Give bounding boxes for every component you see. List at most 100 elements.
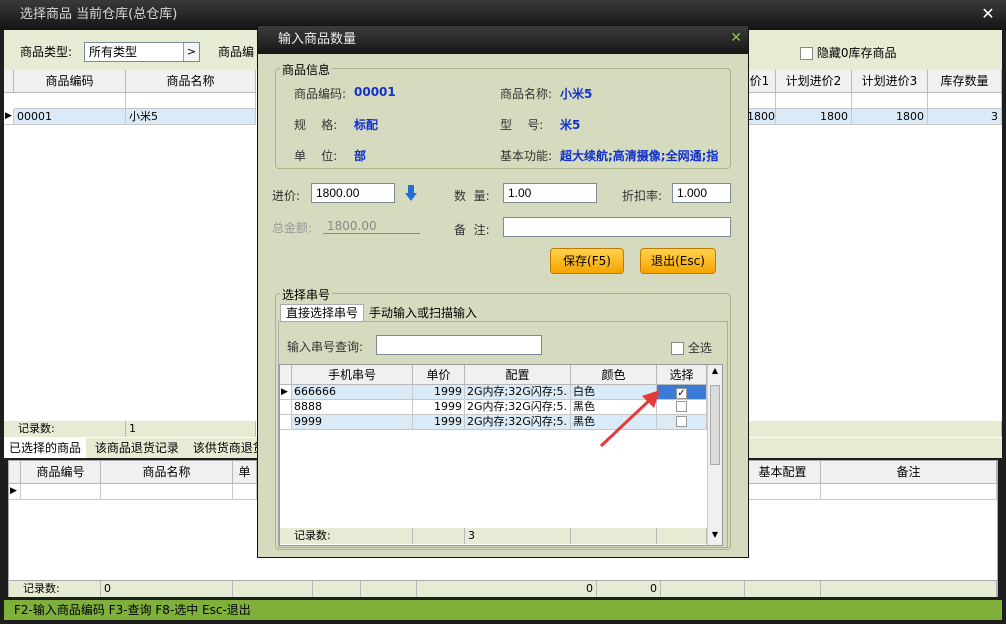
note-label: 备 注: xyxy=(454,223,490,237)
serial-row-price[interactable]: 1999 xyxy=(413,415,465,430)
product-info-legend: 商品信息 xyxy=(280,61,333,78)
type-combo-value: 所有类型 xyxy=(89,45,138,59)
table-row-price3[interactable]: 1800 xyxy=(852,109,928,125)
table-row-price2[interactable]: 1800 xyxy=(776,109,852,125)
serial-row-price[interactable]: 1999 xyxy=(413,385,465,400)
serial-header-config[interactable]: 配置 xyxy=(465,365,571,385)
price-label: 进价: xyxy=(272,189,301,203)
grid-header-note[interactable]: 备注 xyxy=(821,461,997,484)
dialog-close-button[interactable]: ✕ xyxy=(730,30,742,46)
filter-cell[interactable] xyxy=(14,93,126,109)
grid-header-config[interactable]: 基本配置 xyxy=(745,461,821,484)
filter-cell[interactable] xyxy=(126,93,256,109)
table-row-cell[interactable] xyxy=(101,484,233,500)
serial-row-checkbox-checked[interactable]: ✓ xyxy=(676,388,687,399)
summary-cell xyxy=(361,581,417,597)
record-count-value: 1 xyxy=(126,421,256,437)
summary-cell xyxy=(745,581,821,597)
grid-header-price2[interactable]: 计划进价2 xyxy=(776,70,852,93)
serial-query-input[interactable] xyxy=(376,335,542,355)
type-combo[interactable]: 所有类型 > xyxy=(84,42,200,62)
scroll-down-icon[interactable]: ▼ xyxy=(710,530,720,542)
serial-record-count: 3 xyxy=(465,528,571,544)
code-label: 商品编码: xyxy=(294,87,347,101)
spec-label: 规 格: xyxy=(294,118,338,132)
filter-cell[interactable] xyxy=(928,93,1002,109)
table-row-code[interactable]: 00001 xyxy=(14,109,126,125)
discount-input[interactable] xyxy=(672,183,731,203)
serial-row-config[interactable]: 2G内存;32G闪存;5. xyxy=(465,415,571,430)
grid-corner xyxy=(9,461,21,484)
table-row-cell[interactable] xyxy=(821,484,997,500)
quantity-label: 数 量: xyxy=(454,189,490,203)
name-value: 小米5 xyxy=(560,87,593,101)
unit-label: 单 位: xyxy=(294,149,338,163)
quantity-dialog: 输入商品数量 ✕ 商品信息 商品编码: 00001 商品名称: 小米5 规 格:… xyxy=(257,25,749,558)
grid-header-code[interactable]: 商品编码 xyxy=(14,70,126,93)
serial-header-price[interactable]: 单价 xyxy=(413,365,465,385)
grid-header-price3[interactable]: 计划进价3 xyxy=(852,70,928,93)
table-row-stock[interactable]: 3 xyxy=(928,109,1002,125)
table-row-name[interactable]: 小米5 xyxy=(126,109,256,125)
serial-header-select[interactable]: 选择 xyxy=(657,365,707,385)
row-indicator-icon: ▶ xyxy=(9,484,21,500)
select-all-toggle[interactable]: 全选 xyxy=(671,339,712,356)
record-count-label: 记录数: xyxy=(4,421,126,437)
grid-corner xyxy=(4,70,14,93)
grid-header-stock[interactable]: 库存数量 xyxy=(928,70,1002,93)
tab-selected-products[interactable]: 已选择的商品 xyxy=(4,438,87,458)
table-row-cell[interactable] xyxy=(21,484,101,500)
save-button[interactable]: 保存(F5) xyxy=(550,248,624,274)
hide-zero-checkbox[interactable] xyxy=(800,47,813,60)
type-label: 商品类型: xyxy=(20,45,73,59)
total-label: 总金额: xyxy=(272,221,313,235)
scroll-up-icon[interactable]: ▲ xyxy=(710,366,720,378)
summary-cell xyxy=(821,581,997,597)
window-close-button[interactable]: ✕ xyxy=(978,4,998,24)
arrow-down-icon[interactable] xyxy=(404,184,418,202)
annotation-arrow-icon xyxy=(599,390,660,448)
summary-sum2: 0 xyxy=(597,581,661,597)
tab-manual-serial[interactable]: 手动输入或扫描输入 xyxy=(364,305,482,321)
discount-label: 折扣率: xyxy=(622,189,663,203)
serial-row-config[interactable]: 2G内存;32G闪存;5. xyxy=(465,385,571,400)
serial-scrollbar[interactable]: ▲ ▼ xyxy=(707,365,722,545)
serial-row-checkbox[interactable] xyxy=(676,416,687,427)
chevron-right-icon[interactable]: > xyxy=(183,43,199,61)
filter-cell[interactable] xyxy=(776,93,852,109)
select-all-checkbox[interactable] xyxy=(671,342,684,355)
serial-record-label: 记录数: xyxy=(280,528,413,544)
hide-zero-toggle[interactable]: 隐藏0库存商品 xyxy=(800,44,896,61)
summary-cell xyxy=(313,581,361,597)
exit-button[interactable]: 退出(Esc) xyxy=(640,248,716,274)
serial-header-number[interactable]: 手机串号 xyxy=(292,365,413,385)
serial-row-number[interactable]: 9999 xyxy=(292,415,413,430)
scroll-thumb[interactable] xyxy=(710,385,720,465)
serial-row-checkbox[interactable] xyxy=(676,401,687,412)
note-input[interactable] xyxy=(503,217,731,237)
hide-zero-label: 隐藏0库存商品 xyxy=(816,46,897,60)
table-row-cell[interactable] xyxy=(233,484,257,500)
tab-return-record[interactable]: 该商品退货记录 xyxy=(90,438,184,458)
tab-direct-serial[interactable]: 直接选择串号 xyxy=(280,304,365,321)
grid-header-code[interactable]: 商品编号 xyxy=(21,461,101,484)
serial-row-price[interactable]: 1999 xyxy=(413,400,465,415)
function-value: 超大续航;高清摄像;全网通;指 xyxy=(560,149,719,163)
filter-cell[interactable] xyxy=(852,93,928,109)
serial-header-color[interactable]: 颜色 xyxy=(571,365,657,385)
grid-header-unit[interactable]: 单 xyxy=(233,461,257,484)
name-label: 商品名称: xyxy=(500,87,553,101)
price-input[interactable] xyxy=(311,183,395,203)
quantity-input[interactable] xyxy=(503,183,597,203)
grid-header-name[interactable]: 商品名称 xyxy=(126,70,256,93)
serial-row-number[interactable]: 666666 xyxy=(292,385,413,400)
table-row-cell[interactable] xyxy=(745,484,821,500)
serial-row-number[interactable]: 8888 xyxy=(292,400,413,415)
total-value: 1800.00 xyxy=(323,219,420,234)
select-all-label: 全选 xyxy=(687,341,712,355)
product-info-group: 商品信息 商品编码: 00001 商品名称: 小米5 规 格: 标配 型 号: … xyxy=(275,61,731,169)
model-label: 型 号: xyxy=(500,118,544,132)
code-value: 00001 xyxy=(354,85,396,99)
grid-header-name[interactable]: 商品名称 xyxy=(101,461,233,484)
serial-row-config[interactable]: 2G内存;32G闪存;5. xyxy=(465,400,571,415)
